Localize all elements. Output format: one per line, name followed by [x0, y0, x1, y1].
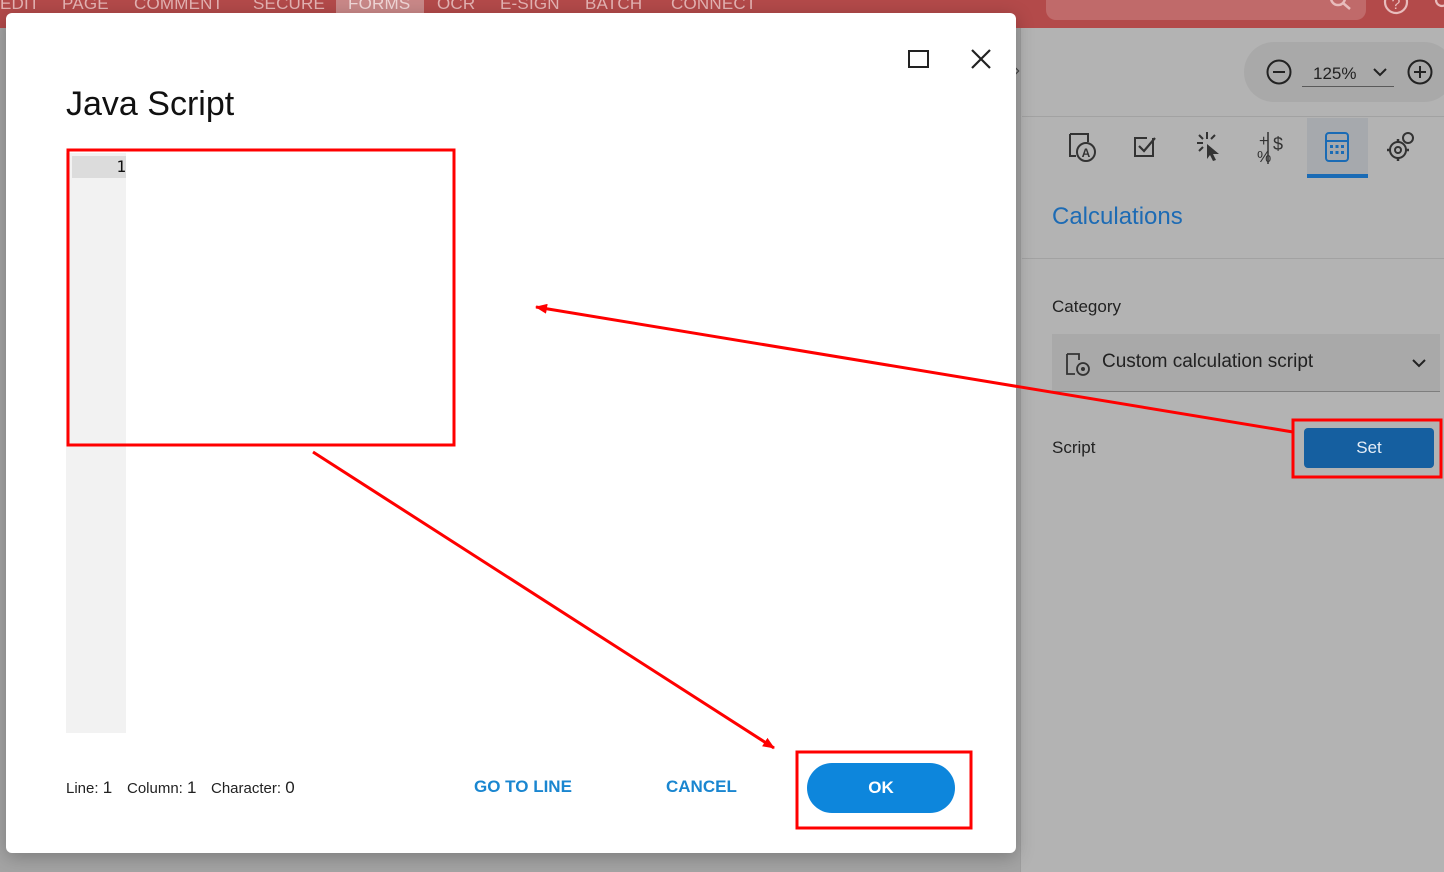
status-column-label: Column:: [127, 780, 183, 797]
action-icon[interactable]: [1189, 128, 1229, 168]
close-icon[interactable]: [968, 46, 994, 72]
menu-forms[interactable]: FORMS: [348, 0, 410, 14]
user-icon[interactable]: [1432, 0, 1444, 18]
zoom-in-icon[interactable]: [1406, 58, 1434, 86]
status-character-label: Character:: [211, 780, 282, 797]
script-label: Script: [1052, 438, 1096, 457]
menu-connect[interactable]: CONNECT: [671, 0, 756, 14]
settings-icon[interactable]: [1380, 128, 1420, 168]
status-column-value: 1: [187, 778, 197, 797]
panel-divider: [1022, 116, 1444, 117]
search-icon[interactable]: [1326, 0, 1354, 16]
script-textarea[interactable]: [126, 153, 946, 733]
menu-batch[interactable]: BATCH: [585, 0, 642, 14]
go-to-line-button[interactable]: GO TO LINE: [474, 777, 572, 797]
maximize-icon[interactable]: [906, 47, 932, 71]
svg-text:%: %: [1257, 149, 1271, 166]
zoom-level[interactable]: 125%: [1313, 64, 1356, 84]
script-settings-icon: [1066, 353, 1090, 376]
menu-secure[interactable]: SECURE: [253, 0, 325, 14]
calculator-icon[interactable]: [1317, 128, 1357, 168]
chevron-down-icon[interactable]: [1370, 62, 1390, 82]
status-column: Column: 1: [127, 778, 197, 798]
svg-text:$: $: [1273, 134, 1283, 154]
status-character: Character: 0: [211, 778, 295, 798]
menu-edit[interactable]: EDIT: [0, 0, 40, 14]
checkbox-icon[interactable]: [1125, 128, 1165, 168]
menu-page[interactable]: PAGE: [62, 0, 109, 14]
status-character-value: 0: [285, 778, 295, 797]
svg-text:+: +: [1259, 133, 1268, 150]
status-line-value: 1: [102, 778, 113, 797]
tab-active-indicator: [1307, 174, 1368, 178]
zoom-out-icon[interactable]: [1265, 58, 1293, 86]
set-script-button[interactable]: Set: [1304, 428, 1434, 468]
menu-comment[interactable]: COMMENT: [134, 0, 223, 14]
ok-button[interactable]: OK: [807, 763, 955, 813]
search-input[interactable]: [1046, 0, 1366, 20]
help-icon[interactable]: ?: [1382, 0, 1412, 22]
status-line-label: Line:: [66, 780, 99, 797]
status-line: Line: 1: [66, 778, 112, 798]
dialog-title: Java Script: [66, 85, 235, 123]
category-value: Custom calculation script: [1102, 351, 1314, 372]
javascript-dialog: Java Script 1 Line: 1 Column: 1 Characte…: [6, 13, 1016, 853]
text-field-icon[interactable]: A: [1062, 128, 1102, 168]
panel-divider: [1022, 258, 1444, 259]
zoom-underline: [1302, 86, 1394, 87]
menu-esign[interactable]: E-SIGN: [500, 0, 560, 14]
chevron-down-icon[interactable]: [1408, 352, 1430, 374]
code-editor[interactable]: 1: [66, 153, 946, 733]
line-number: 1: [116, 157, 126, 176]
panel-title: Calculations: [1052, 203, 1183, 230]
line-number-gutter: [66, 153, 126, 733]
cancel-button[interactable]: CANCEL: [666, 777, 737, 797]
svg-text:A: A: [1082, 146, 1091, 160]
svg-text:?: ?: [1392, 0, 1401, 13]
menu-ocr[interactable]: OCR: [437, 0, 475, 14]
format-icon[interactable]: + $ %: [1253, 128, 1293, 168]
category-label: Category: [1052, 297, 1121, 316]
